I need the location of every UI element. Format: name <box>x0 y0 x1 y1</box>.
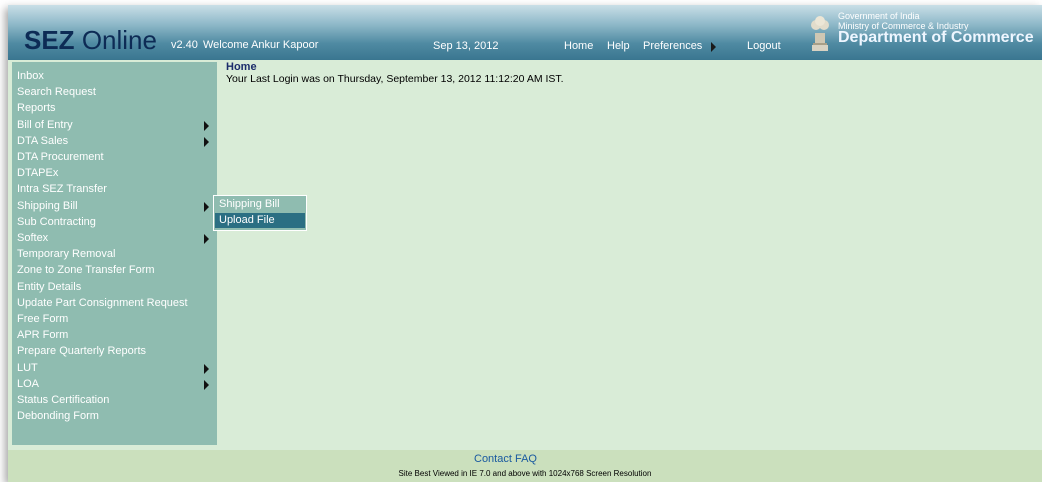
last-login-text: Your Last Login was on Thursday, Septemb… <box>226 73 564 85</box>
preferences-arrow-icon <box>711 42 716 52</box>
sidebar-item-label: Temporary Removal <box>17 248 116 261</box>
sidebar-item-label: Status Certification <box>17 394 110 406</box>
faq-link[interactable]: FAQ <box>515 453 537 465</box>
nav-preferences-link[interactable]: Preferences <box>643 40 702 52</box>
gov-line-3: Department of Commerce <box>838 29 1034 46</box>
sidebar-item-bill-of-entry[interactable]: Bill of Entry <box>12 118 217 134</box>
sidebar-item-dtapex[interactable]: DTAPEx <box>12 166 217 182</box>
submenu-arrow-icon <box>204 201 209 212</box>
sidebar-item-label: Entity Details <box>17 280 82 293</box>
sidebar-item-label: LOA <box>17 377 40 390</box>
sidebar-item-label: Update Part Consignment Request <box>17 296 188 309</box>
sidebar-item-entity-details[interactable]: Entity Details <box>12 280 217 296</box>
header-date: Sep 13, 2012 <box>433 40 499 52</box>
sidebar-item-label: Inbox <box>17 70 44 82</box>
submenu-arrow-icon <box>204 234 209 244</box>
page-title: Home <box>226 61 257 73</box>
sidebar-item-dta-procurement[interactable]: DTA Procurement <box>12 150 217 166</box>
sidebar-item-search-request[interactable]: Search Request <box>12 85 217 101</box>
sidebar-item-label: Debonding Form <box>17 410 99 423</box>
sidebar-item-label: Softex <box>17 232 49 244</box>
sidebar-item-shipping-bill[interactable]: Shipping Bill <box>12 199 217 215</box>
sidebar-item-label: Reports <box>17 102 56 115</box>
brand-sez: SEZ <box>24 25 75 55</box>
sidebar-item-loa[interactable]: LOA <box>12 377 217 393</box>
sidebar-item-temporary-removal[interactable]: Temporary Removal <box>12 247 217 263</box>
sidebar-item-label: Bill of Entry <box>17 118 73 131</box>
sidebar-item-label: LUT <box>17 361 38 374</box>
sidebar-item-apr-form[interactable]: APR Form <box>12 328 217 344</box>
submenu-arrow-icon <box>204 136 209 147</box>
submenu-item-upload-file[interactable]: Upload File <box>215 213 305 228</box>
app-logo: SEZ Online <box>24 25 157 56</box>
submenu-arrow-icon <box>204 363 209 374</box>
sidebar-item-label: DTAPEx <box>17 167 59 180</box>
nav-help-link[interactable]: Help <box>607 40 630 52</box>
sidebar-item-prepare-quarterly-reports[interactable]: Prepare Quarterly Reports <box>12 344 217 360</box>
sidebar-item-sub-contracting[interactable]: Sub Contracting <box>12 215 217 231</box>
nav-home-link[interactable]: Home <box>564 40 593 52</box>
nav-logout-link[interactable]: Logout <box>747 40 781 52</box>
submenu-arrow-icon <box>204 120 209 131</box>
brand-online: Online <box>81 25 157 55</box>
sidebar-item-status-certification[interactable]: Status Certification <box>12 393 217 409</box>
sidebar-item-label: Free Form <box>17 313 69 325</box>
sidebar-item-intra-sez-transfer[interactable]: Intra SEZ Transfer <box>12 182 217 198</box>
sidebar-item-label: APR Form <box>17 329 69 342</box>
sidebar-item-lut[interactable]: LUT <box>12 361 217 377</box>
sidebar-item-inbox[interactable]: Inbox <box>12 69 217 85</box>
sidebar-item-label: DTA Sales <box>17 134 69 147</box>
sidebar-item-label: Zone to Zone Transfer Form <box>17 264 155 277</box>
sidebar-item-dta-sales[interactable]: DTA Sales <box>12 134 217 150</box>
sidebar-item-label: Sub Contracting <box>17 215 96 228</box>
submenu-arrow-icon <box>204 379 209 390</box>
submenu-item-label: Shipping Bill <box>219 198 280 210</box>
welcome-text: Welcome Ankur Kapoor <box>203 39 319 51</box>
sidebar-item-update-part-consignment-request[interactable]: Update Part Consignment Request <box>12 296 217 312</box>
footer-links: Contact FAQ <box>474 453 537 465</box>
contact-link[interactable]: Contact <box>474 453 512 465</box>
app-window: SEZ Online v2.40 Welcome Ankur Kapoor Se… <box>8 5 1042 482</box>
submenu-item-label: Upload File <box>219 214 275 226</box>
sidebar-item-zone-to-zone-transfer-form[interactable]: Zone to Zone Transfer Form <box>12 263 217 279</box>
footer-note: Site Best Viewed in IE 7.0 and above wit… <box>398 469 652 478</box>
sidebar-item-label: Intra SEZ Transfer <box>17 183 107 196</box>
header-bar: SEZ Online v2.40 Welcome Ankur Kapoor Se… <box>8 5 1042 60</box>
national-emblem-icon <box>811 16 829 51</box>
sidebar-item-free-form[interactable]: Free Form <box>12 312 217 328</box>
sidebar-item-label: DTA Procurement <box>17 151 104 163</box>
sidebar-item-softex[interactable]: Softex <box>12 231 217 247</box>
sidebar-item-debonding-form[interactable]: Debonding Form <box>12 409 217 425</box>
gov-line-1: Government of India <box>838 11 920 21</box>
shipping-bill-submenu: Shipping Bill Upload File <box>213 195 307 231</box>
main-content <box>224 62 1042 450</box>
version-label: v2.40 <box>171 39 198 51</box>
sidebar-item-label: Shipping Bill <box>17 199 78 212</box>
sidebar-item-label: Search Request <box>17 86 96 99</box>
sidebar-item-reports[interactable]: Reports <box>12 101 217 117</box>
footer: Contact FAQ Site Best Viewed in IE 7.0 a… <box>8 450 1042 482</box>
sidebar-item-label: Prepare Quarterly Reports <box>17 345 146 358</box>
submenu-item-shipping-bill[interactable]: Shipping Bill <box>215 197 305 212</box>
